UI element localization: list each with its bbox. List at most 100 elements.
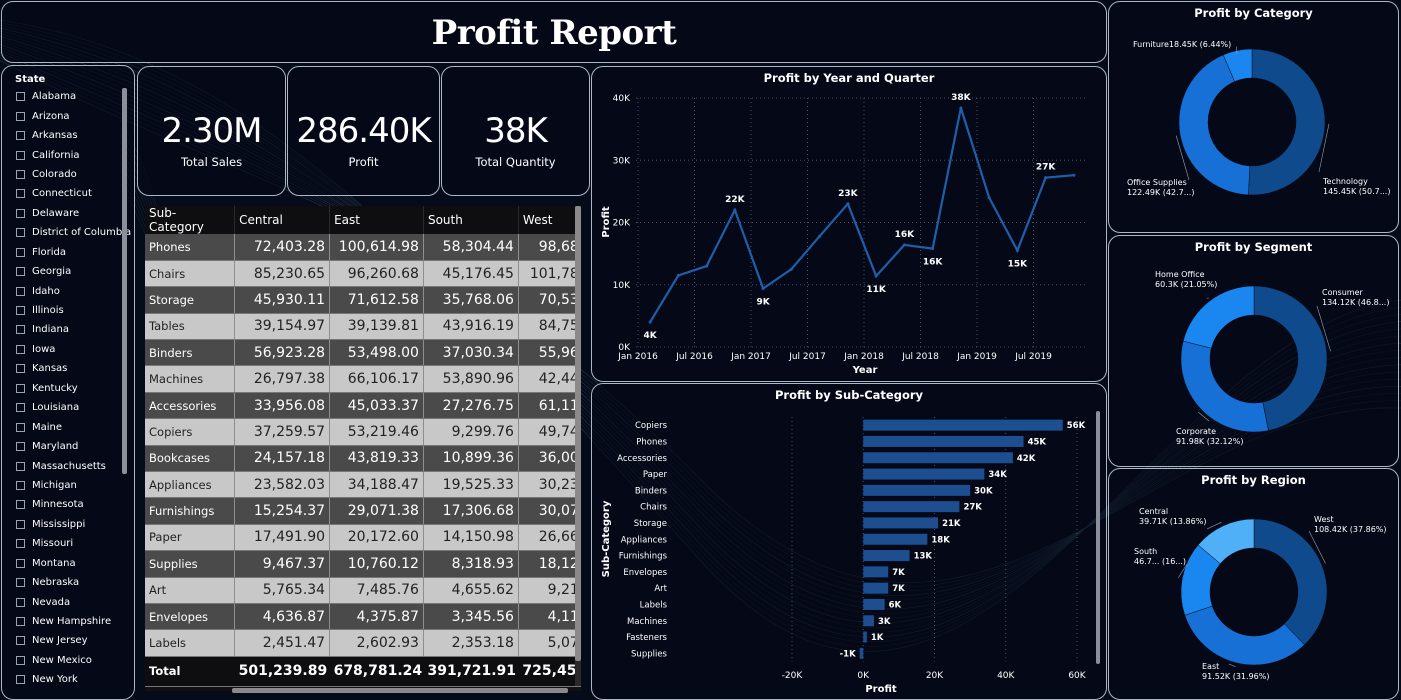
line-chart-point[interactable] — [818, 234, 822, 238]
bar-chart-bar[interactable] — [863, 435, 1024, 447]
matrix-row[interactable]: Appliances 23,582.03 34,188.47 19,525.33 30,… — [145, 471, 581, 499]
matrix-row[interactable]: Chairs85,230.6596,260.6845,176.45101,781… — [145, 260, 581, 288]
state-checkbox[interactable] — [16, 383, 25, 393]
bar-chart-scrollbar[interactable] — [1096, 411, 1100, 664]
state-option[interactable]: Florida — [16, 243, 134, 262]
state-option[interactable]: Nevada — [16, 592, 134, 611]
state-option[interactable]: Delaware — [16, 204, 134, 223]
state-option[interactable]: Georgia — [16, 262, 134, 281]
donut-slice[interactable] — [1180, 340, 1269, 433]
donut-slice[interactable] — [1253, 285, 1328, 431]
matrix-row[interactable]: Storage45,930.1171,612.5835,768.0670,532… — [145, 286, 581, 314]
bar-chart-bar[interactable] — [863, 631, 867, 643]
state-checkbox[interactable] — [16, 597, 25, 607]
state-option[interactable]: New Mexico — [16, 651, 134, 670]
bar-chart-bar[interactable] — [863, 550, 910, 562]
state-option[interactable]: Nebraska — [16, 573, 134, 592]
matrix-header-west[interactable]: West — [518, 206, 581, 234]
matrix-row[interactable]: Furnishings 15,254.37 29,071.38 17,306.68 30… — [145, 497, 581, 525]
bar-chart-bar[interactable] — [863, 501, 960, 513]
matrix-row[interactable]: Envelopes4,636.874,375.873,345.564,118.1… — [145, 603, 581, 631]
bar-chart-bar[interactable] — [859, 647, 864, 659]
state-checkbox[interactable] — [16, 208, 25, 218]
state-checkbox[interactable] — [16, 306, 25, 316]
state-checkbox[interactable] — [16, 578, 25, 588]
state-checkbox[interactable] — [16, 675, 25, 685]
state-checkbox[interactable] — [16, 131, 25, 141]
line-chart-point[interactable] — [987, 196, 991, 200]
matrix-vertical-scroll-thumb[interactable] — [575, 206, 581, 661]
state-checkbox[interactable] — [16, 364, 25, 374]
matrix-header-east[interactable]: East — [329, 206, 424, 234]
line-chart-point[interactable] — [1015, 249, 1019, 253]
state-checkbox[interactable] — [16, 617, 25, 627]
matrix-row[interactable]: Tables39,154.9739,139.8143,916.1984,754.… — [145, 313, 581, 341]
state-option[interactable]: Maryland — [16, 437, 134, 456]
state-option[interactable]: Arizona — [16, 106, 134, 125]
matrix-row[interactable]: Supplies9,467.3710,760.128,318.9318,127.… — [145, 550, 581, 578]
bar-chart-bar[interactable] — [863, 484, 971, 496]
donut-slice[interactable] — [1253, 518, 1328, 646]
state-option[interactable]: California — [16, 145, 134, 164]
line-chart-point[interactable] — [761, 286, 765, 290]
matrix-row[interactable]: Binders56,923.2853,498.0037,030.3455,961… — [145, 339, 581, 367]
state-option[interactable]: Arkansas — [16, 126, 134, 145]
matrix-row[interactable]: Labels2,451.472,602.932,353.185,078.73 — [145, 629, 581, 657]
line-chart-point[interactable] — [1072, 173, 1076, 177]
state-checkbox[interactable] — [16, 247, 25, 257]
matrix-row[interactable]: Paper17,491.9020,172.6014,150.9826,663.7… — [145, 524, 581, 552]
state-checkbox[interactable] — [16, 461, 25, 471]
line-chart-point[interactable] — [648, 320, 652, 324]
bar-chart-bar[interactable] — [863, 468, 985, 480]
state-checkbox[interactable] — [16, 480, 25, 490]
state-option[interactable]: Idaho — [16, 281, 134, 300]
state-checkbox[interactable] — [16, 325, 25, 335]
bar-chart-bar[interactable] — [863, 566, 889, 578]
state-checkbox[interactable] — [16, 558, 25, 568]
line-chart-point[interactable] — [846, 202, 850, 206]
matrix-row[interactable]: Machines26,797.3866,106.1753,890.9642,44… — [145, 365, 581, 393]
line-chart-point[interactable] — [705, 264, 709, 268]
state-option[interactable]: Alabama — [16, 87, 134, 106]
matrix-row[interactable]: Copiers37,259.5753,219.469,299.7649,749.… — [145, 418, 581, 446]
bar-chart-bar[interactable] — [863, 452, 1013, 464]
state-checkbox[interactable] — [16, 267, 25, 277]
state-option[interactable]: Indiana — [16, 320, 134, 339]
state-option[interactable]: Maine — [16, 417, 134, 436]
state-option[interactable]: Iowa — [16, 340, 134, 359]
state-option[interactable]: Minnesota — [16, 495, 134, 514]
state-checkbox[interactable] — [16, 189, 25, 199]
state-checkbox[interactable] — [16, 228, 25, 238]
state-option[interactable]: Illinois — [16, 301, 134, 320]
line-chart-point[interactable] — [789, 267, 793, 271]
line-chart-point[interactable] — [902, 243, 906, 247]
line-chart-point[interactable] — [1044, 176, 1048, 180]
bar-chart-bar[interactable] — [863, 582, 889, 594]
line-chart-point[interactable] — [959, 106, 963, 110]
bar-chart-bar[interactable] — [863, 533, 928, 545]
state-checkbox[interactable] — [16, 286, 25, 296]
state-option[interactable]: Kentucky — [16, 379, 134, 398]
state-option[interactable]: District of Columbia — [16, 223, 134, 242]
state-option[interactable]: Mississippi — [16, 515, 134, 534]
state-scrollbar[interactable] — [122, 88, 127, 474]
state-checkbox[interactable] — [16, 169, 25, 179]
bar-chart-bar[interactable] — [863, 517, 939, 529]
state-checkbox[interactable] — [16, 539, 25, 549]
matrix-horizontal-scroll-thumb[interactable] — [232, 688, 568, 693]
state-option[interactable]: Massachusetts — [16, 456, 134, 475]
matrix-vertical-scrollbar[interactable] — [575, 206, 581, 686]
matrix-row[interactable]: Bookcases 24,157.18 43,819.33 10,899.36 36,0… — [145, 445, 581, 473]
state-option[interactable]: Montana — [16, 554, 134, 573]
state-checkbox[interactable] — [16, 344, 25, 354]
matrix-row[interactable]: Accessories 33,956.08 45,033.37 27,276.75 61… — [145, 392, 581, 420]
state-checkbox[interactable] — [16, 150, 25, 160]
state-option[interactable]: Kansas — [16, 359, 134, 378]
state-option[interactable]: New Jersey — [16, 631, 134, 650]
line-chart-point[interactable] — [676, 273, 680, 277]
state-option[interactable]: Louisiana — [16, 398, 134, 417]
matrix-row[interactable]: Phones72,403.28100,614.9858,304.4498,684… — [145, 234, 581, 261]
state-checkbox[interactable] — [16, 500, 25, 510]
matrix-header-subcategory[interactable]: Sub-Category — [145, 206, 236, 234]
state-checkbox[interactable] — [16, 655, 25, 665]
